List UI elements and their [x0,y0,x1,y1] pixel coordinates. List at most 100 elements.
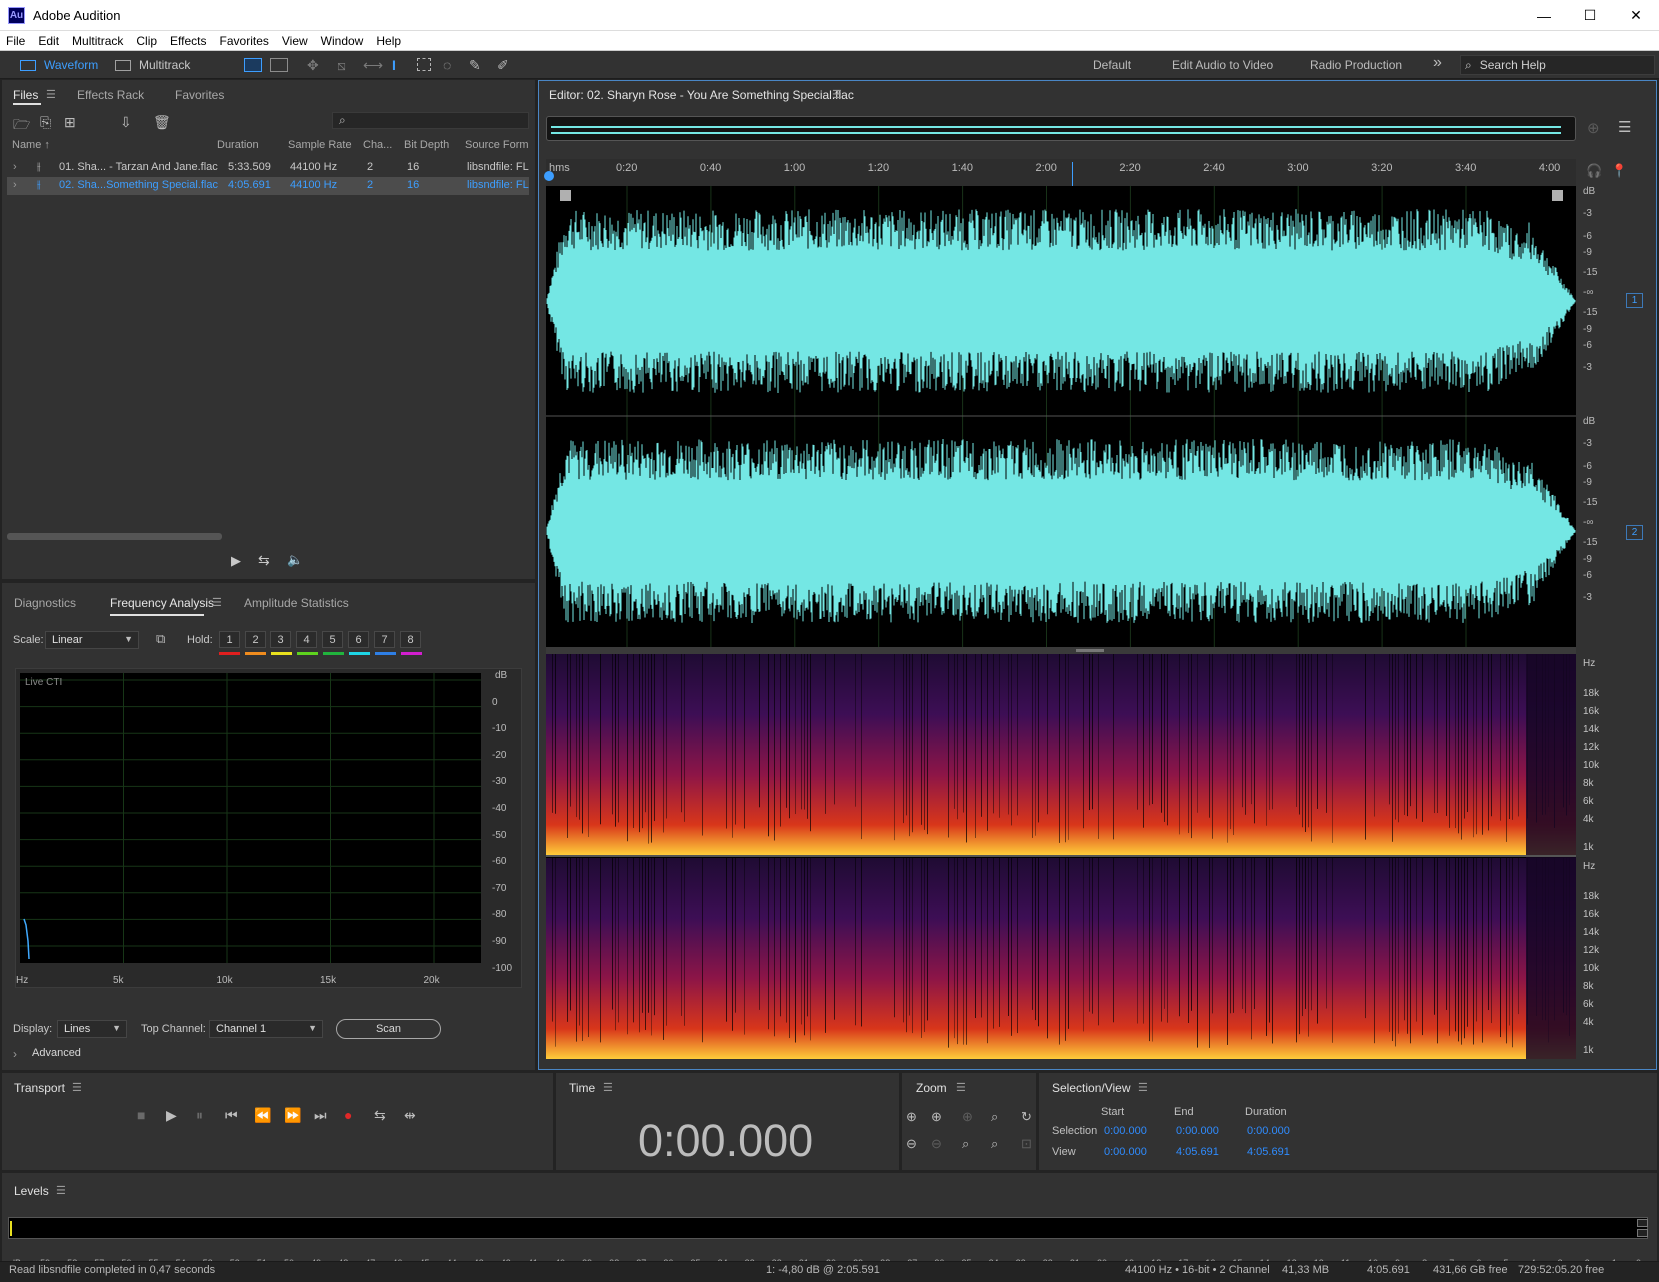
move-tool-icon[interactable]: ✥ [307,57,319,74]
zoom-out-amplitude-icon[interactable]: ⊖ [906,1136,917,1152]
selection-start-value[interactable]: 0:00.000 [1104,1125,1147,1137]
hold-button-2[interactable]: 2 [245,631,266,648]
zoom-in-amplitude-icon[interactable]: ⊕ [906,1109,917,1125]
workspace-overflow-icon[interactable]: » [1433,54,1442,72]
go-to-end-button[interactable]: ⏭ [314,1107,327,1124]
preview-play-icon[interactable]: ▶ [231,553,241,569]
file-row[interactable]: › ⫲ 01. Sha... - Tarzan And Jane.flac 5:… [7,159,529,177]
expand-chevron-icon[interactable]: › [13,161,17,173]
waveform-display[interactable] [546,186,1576,647]
selection-view-menu-icon[interactable]: ☰ [1138,1081,1148,1094]
insert-into-multitrack-icon[interactable]: ⇩ [120,114,132,131]
waveform-mode-button[interactable]: Waveform [20,55,98,75]
time-selection-tool-icon[interactable]: I [392,57,396,73]
loop-playback-button[interactable]: ⇆ [374,1107,386,1124]
open-file-icon[interactable]: 🗁 [13,114,30,138]
channel-2-toggle[interactable]: 2 [1626,525,1643,540]
zoom-menu-icon[interactable]: ☰ [956,1081,966,1094]
display-dropdown[interactable]: Lines ▼ [57,1020,127,1038]
hold-button-3[interactable]: 3 [270,631,291,648]
zoom-to-selection-icon[interactable]: ⊕ [1587,119,1600,137]
tab-diagnostics[interactable]: Diagnostics [14,596,76,610]
skip-selection-button[interactable]: ⇹ [404,1107,416,1124]
playhead-marker[interactable] [544,171,554,181]
hold-button-5[interactable]: 5 [322,631,343,648]
zoom-reset-icon[interactable]: ↻ [1021,1109,1032,1125]
workspace-edit-audio-to-video[interactable]: Edit Audio to Video [1172,58,1273,72]
zoom-out-time-icon[interactable]: ⊖ [931,1136,942,1152]
expand-chevron-icon[interactable]: › [13,179,17,191]
column-sample-rate[interactable]: Sample Rate [288,139,352,151]
menu-clip[interactable]: Clip [136,34,157,48]
menu-effects[interactable]: Effects [170,34,206,48]
tab-frequency-analysis[interactable]: Frequency Analysis [110,596,214,610]
fade-in-handle-icon[interactable] [560,190,571,201]
pin-icon[interactable]: 📍 [1611,163,1627,179]
workspace-default[interactable]: Default [1093,58,1131,72]
search-help-field[interactable]: ⌕ Search Help [1460,55,1655,75]
preview-loop-icon[interactable]: ⇆ [258,552,270,569]
view-end-value[interactable]: 4:05.691 [1176,1146,1219,1158]
rewind-button[interactable]: ⏪ [254,1107,271,1124]
top-channel-dropdown[interactable]: Channel 1 ▼ [209,1020,323,1038]
tab-favorites[interactable]: Favorites [175,88,224,102]
multitrack-mode-button[interactable]: Multitrack [115,55,190,75]
maximize-button[interactable]: ☐ [1567,0,1613,31]
editor-panel-menu-icon[interactable]: ☰ [832,88,842,101]
menu-favorites[interactable]: Favorites [220,34,269,48]
spectral-view-icon[interactable] [270,58,288,72]
advanced-chevron-icon[interactable]: › [13,1047,17,1061]
advanced-toggle[interactable]: Advanced [32,1047,81,1059]
zoom-out-point-icon[interactable]: ⌕ [991,1136,998,1152]
view-start-value[interactable]: 0:00.000 [1104,1146,1147,1158]
levels-menu-icon[interactable]: ☰ [56,1184,66,1197]
column-channels[interactable]: Cha... [363,139,392,151]
menu-file[interactable]: File [6,34,25,48]
column-bit-depth[interactable]: Bit Depth [404,139,449,151]
menu-window[interactable]: Window [321,34,364,48]
scale-dropdown[interactable]: Linear ▼ [45,631,139,649]
record-button[interactable]: ● [344,1107,352,1123]
spot-healing-tool-icon[interactable]: ✐ [497,57,509,74]
hold-button-6[interactable]: 6 [348,631,369,648]
hold-button-1[interactable]: 1 [219,631,240,648]
selection-duration-value[interactable]: 0:00.000 [1247,1125,1290,1137]
overview-navigator[interactable] [546,116,1576,141]
column-name[interactable]: Name ↑ [12,139,50,151]
scan-button[interactable]: Scan [336,1019,441,1039]
zoom-to-selection-time-icon[interactable]: ⊕ [962,1109,973,1125]
zoom-fit-icon[interactable]: ⊡ [1021,1136,1032,1152]
transport-menu-icon[interactable]: ☰ [72,1081,82,1094]
menu-help[interactable]: Help [376,34,401,48]
clip-indicator-2[interactable] [1637,1229,1648,1237]
go-to-start-button[interactable]: ⏮ [225,1107,238,1124]
tab-files[interactable]: Files [13,88,38,102]
time-menu-icon[interactable]: ☰ [603,1081,613,1094]
fast-forward-button[interactable]: ⏩ [284,1107,301,1124]
close-button[interactable]: ✕ [1613,0,1659,31]
spectral-splitter[interactable] [546,647,1576,654]
brush-tool-icon[interactable]: ✎ [469,57,481,74]
workspace-radio-production[interactable]: Radio Production [1310,58,1402,72]
waveform-view-icon[interactable] [244,58,262,72]
column-source-format[interactable]: Source Form... [465,139,529,151]
analysis-panel-menu-icon[interactable]: ☰ [212,596,222,609]
spectral-display[interactable] [546,654,1576,1059]
zoom-out-full-icon[interactable]: ⌕ [962,1136,969,1152]
view-duration-value[interactable]: 4:05.691 [1247,1146,1290,1158]
new-file-icon[interactable]: ⊞ [64,114,76,131]
menu-multitrack[interactable]: Multitrack [72,34,123,48]
files-search-input[interactable]: ⌕ [332,112,529,129]
slip-tool-icon[interactable]: ⟷ [363,57,383,74]
hold-button-7[interactable]: 7 [374,631,395,648]
lasso-tool-icon[interactable]: ◌ [443,57,451,73]
file-row-selected[interactable]: › ⫲ 02. Sha...Something Special.flac 4:0… [7,177,529,195]
pause-button[interactable]: ⏸ [196,1107,203,1124]
play-button[interactable]: ▶ [166,1107,177,1124]
hold-button-8[interactable]: 8 [400,631,421,648]
clip-indicator-1[interactable] [1637,1219,1648,1227]
delete-file-icon[interactable]: 🗑 [153,114,171,131]
minimize-button[interactable]: — [1521,0,1567,31]
selection-end-value[interactable]: 0:00.000 [1176,1125,1219,1137]
panel-options-icon[interactable]: ☰ [1618,118,1631,136]
